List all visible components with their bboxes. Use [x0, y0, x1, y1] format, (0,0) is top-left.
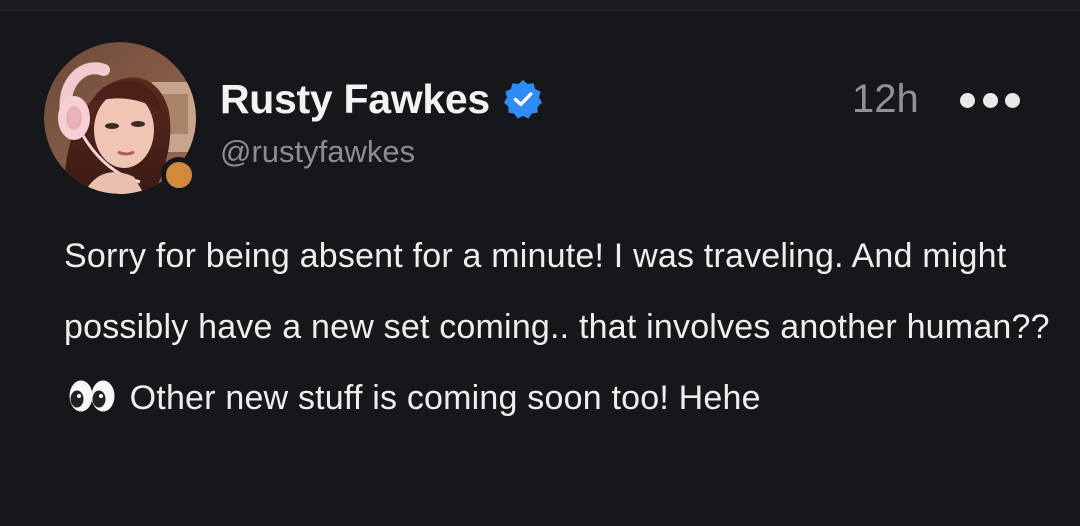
more-options-icon-dot [1005, 92, 1020, 108]
avatar[interactable] [44, 42, 197, 194]
post-card[interactable]: Rusty Fawkes @rustyfawkes 12h Sorry for … [0, 11, 1080, 526]
verified-badge-icon [503, 80, 542, 119]
post-timestamp[interactable]: 12h [852, 77, 919, 122]
more-options-icon-dot [982, 92, 998, 108]
more-options-button[interactable] [960, 87, 1020, 113]
post-text-before-emoji: Sorry for being absent for a minute! I w… [64, 237, 1050, 346]
author-name-row: Rusty Fawkes [220, 73, 544, 125]
post-body-text: Sorry for being absent for a minute! I w… [64, 221, 1054, 434]
eyes-emoji-icon [69, 380, 115, 412]
more-options-icon [960, 92, 975, 108]
top-divider [0, 0, 1080, 11]
status-indicator [161, 157, 197, 193]
author-handle[interactable]: @rustyfawkes [220, 134, 415, 170]
post-text-after-emoji: Other new stuff is coming soon too! Hehe [129, 379, 761, 417]
author-display-name[interactable]: Rusty Fawkes [220, 76, 490, 123]
